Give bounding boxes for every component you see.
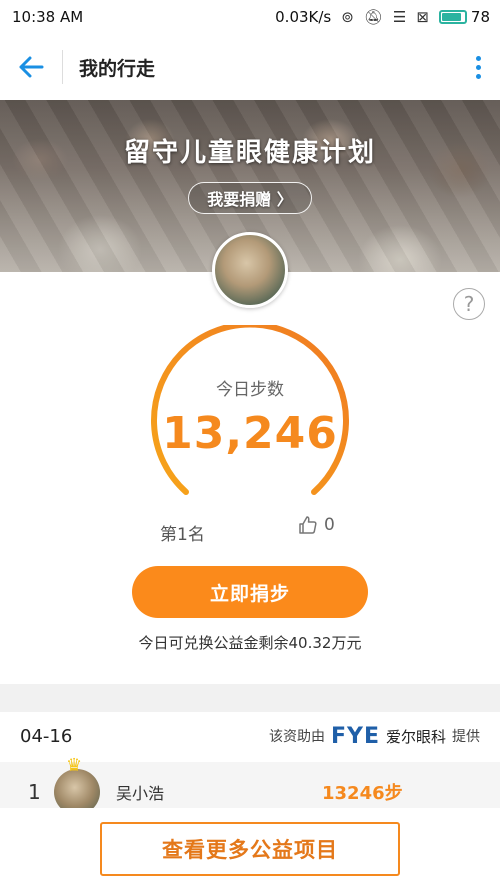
battery-indicator: 78 — [438, 8, 490, 26]
app-bar: 我的行走 — [0, 34, 500, 100]
more-options-button[interactable] — [456, 34, 500, 100]
more-dot-icon — [475, 55, 481, 61]
like-count: 0 — [324, 515, 335, 535]
arrow-left-icon — [19, 56, 44, 78]
more-dot-icon — [475, 73, 481, 79]
row-name: 吴小浩 — [116, 784, 165, 803]
back-button[interactable] — [0, 34, 62, 100]
menu-icon: ☰ — [392, 8, 407, 26]
battery-level: 78 — [470, 8, 490, 26]
donate-steps-button[interactable]: 立即捐步 — [132, 566, 368, 618]
mute-icon: 🔕︎ — [363, 8, 383, 26]
remaining-fund-text: 今日可兑换公益金剩余40.32万元 — [138, 634, 362, 652]
sponsor-logo: FYE — [330, 723, 380, 749]
sponsor-name: 爱尔眼科 — [385, 727, 446, 746]
more-projects-button[interactable]: 查看更多公益项目 — [100, 822, 400, 876]
section-divider — [0, 684, 500, 712]
steps-label: 今日步数 — [216, 380, 284, 400]
donate-button[interactable]: 我要捐赠 〉 — [188, 182, 312, 214]
like-button[interactable]: 0 — [298, 515, 335, 535]
status-right: 0.03K/s ⊚ 🔕︎ ☰ ⊠ 78 — [275, 8, 490, 26]
footer: 查看更多公益项目 — [0, 808, 500, 889]
more-dot-icon — [475, 64, 481, 70]
sync-icon: ⊚ — [341, 8, 354, 26]
ranking-date: 04-16 — [20, 725, 73, 747]
battery-icon — [438, 10, 467, 24]
sponsor-prefix: 该资助由 — [268, 729, 325, 745]
ranking-header: 04-16 该资助由 FYE 爱尔眼科 提供 — [0, 712, 500, 760]
thumbs-up-icon — [299, 516, 317, 534]
steps-value: 13,246 — [162, 408, 338, 459]
crown-icon: ♛ — [66, 755, 83, 776]
page-title: 我的行走 — [79, 57, 156, 80]
rank-text: 第1名 — [160, 525, 205, 545]
status-time: 10:38 AM — [12, 8, 84, 26]
row-steps: 13246步 — [322, 783, 403, 804]
sim-off-icon: ⊠ — [416, 8, 429, 26]
sponsor-line: 该资助由 FYE 爱尔眼科 提供 — [269, 724, 480, 749]
appbar-divider — [62, 50, 63, 84]
user-avatar[interactable] — [212, 232, 288, 308]
banner-title: 留守儿童眼健康计划 — [123, 138, 376, 168]
network-speed: 0.03K/s — [275, 8, 332, 26]
sponsor-suffix: 提供 — [452, 729, 480, 745]
row-rank: 1 — [28, 780, 41, 804]
help-icon[interactable]: ? — [453, 288, 485, 320]
status-bar: 10:38 AM 0.03K/s ⊚ 🔕︎ ☰ ⊠ 78 — [0, 0, 500, 34]
